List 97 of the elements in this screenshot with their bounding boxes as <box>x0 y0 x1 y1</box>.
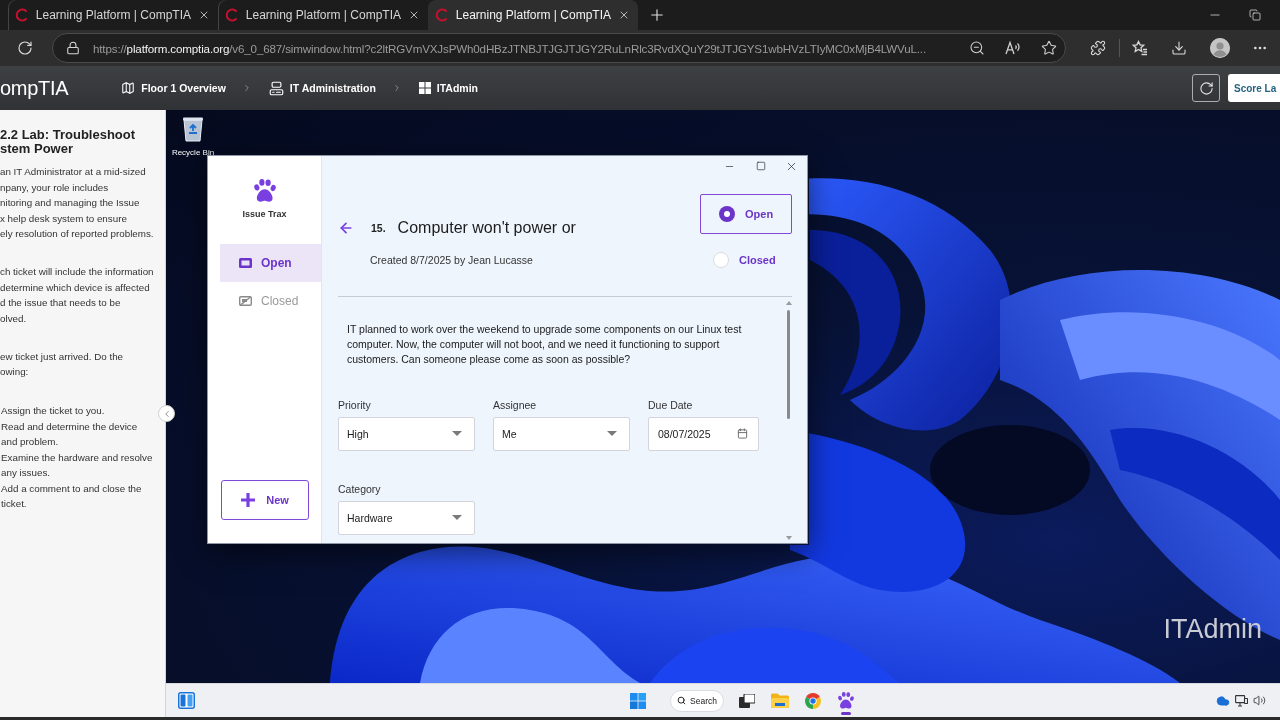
profile-button[interactable] <box>1210 38 1230 58</box>
scroll-down-icon <box>785 536 792 540</box>
status-option[interactable]: Open <box>700 194 792 234</box>
reset-button[interactable] <box>1192 74 1220 102</box>
running-indicator <box>841 711 851 715</box>
logo-text: ompTIA <box>0 76 69 100</box>
step-text: Read and determine the device and problem. <box>1 419 139 449</box>
close-icon <box>408 9 420 21</box>
network-icon <box>1235 694 1248 707</box>
paw-icon <box>838 691 854 710</box>
desktop-shortcut[interactable]: Recycle Bin <box>169 116 217 157</box>
stacked-windows-icon <box>739 693 755 708</box>
breadcrumb-link[interactable]: IT Administration <box>268 80 376 96</box>
cloud-icon <box>1216 693 1230 708</box>
instruction-text: ew ticket just arrived. Do the owing: <box>0 349 125 379</box>
ticket-title: Computer won't power or <box>397 219 576 237</box>
download-icon <box>1171 40 1187 56</box>
restore-icon <box>1249 9 1261 21</box>
read-aloud-button[interactable] <box>1005 40 1021 56</box>
step-text: Examine the hardware and resolve any issues. <box>1 450 154 480</box>
widgets-button[interactable] <box>178 692 195 709</box>
field-label: Due Date <box>648 397 694 412</box>
new-ticket-button[interactable]: New <box>221 480 309 520</box>
breadcrumb-link[interactable]: ITAdmin <box>418 82 479 94</box>
tab-close-button[interactable] <box>408 9 420 21</box>
paw-icon <box>253 179 276 203</box>
widgets-icon <box>178 692 195 709</box>
maximize-icon <box>755 161 766 171</box>
back-button[interactable] <box>338 220 354 236</box>
start-icon <box>630 692 646 709</box>
ticket-icon <box>239 257 252 268</box>
field-label: Assignee <box>493 397 538 412</box>
reload-button[interactable] <box>17 40 33 56</box>
caret-down-icon <box>607 431 617 436</box>
plus-icon <box>648 6 666 24</box>
tab-close-button[interactable] <box>198 9 210 21</box>
four-squares-icon <box>418 82 431 94</box>
dropdown[interactable]: High <box>338 416 475 451</box>
calendar-icon <box>737 428 748 439</box>
address-bar[interactable]: https://platform.comptia.org/v6_0_687/simwindow.html?c2ltRGVmVXJsPWh0dHBzJTNBJTJGJTJGY2RuLnRlc3RvdXQuY29tJTJGYS1wbHVzLTIyMC0xMjB4LWVuL... <box>52 33 1066 63</box>
ticket-number: 15. <box>371 222 386 234</box>
scroll-up-icon <box>785 301 792 305</box>
field-label: Category <box>338 481 382 496</box>
status-option[interactable]: Closed <box>700 252 792 268</box>
recycle-bin-icon <box>182 116 204 142</box>
crossed-ticket-icon <box>239 295 252 306</box>
dropdown[interactable]: Me <box>493 416 630 451</box>
puzzle-icon <box>1090 40 1106 56</box>
zoom-out-icon <box>969 40 985 56</box>
folder-icon <box>771 693 789 708</box>
volume-icon <box>1253 694 1266 707</box>
tab-close-button[interactable] <box>618 9 630 21</box>
field-label: Priority <box>338 397 372 412</box>
computer-name: ITAdmin <box>1163 614 1262 645</box>
score-button[interactable]: Score La <box>1228 74 1280 102</box>
caret-down-icon <box>452 515 462 520</box>
url-text: https://platform.comptia.org/v6_0_687/simwindow.html?c2ltRGVmVXJsPWh0dHBzJTNBJTJGJTJGY2RuLnRlc3RvdXQuY29tJTJGYS1wbHVzLTIyMC0xMjB4LWVuL... <box>93 41 927 55</box>
site-logo-icon <box>435 8 449 22</box>
site-logo-icon <box>15 8 29 22</box>
favorites-button[interactable] <box>1132 40 1148 56</box>
lab-title: 2.2 Lab: Troubleshoot stem Power <box>0 128 137 155</box>
downloads-button[interactable] <box>1171 40 1187 56</box>
nav-item[interactable]: Open <box>220 243 321 282</box>
reload-icon <box>1198 80 1214 96</box>
taskbar-search[interactable]: Search <box>670 689 724 712</box>
map-icon <box>121 81 136 95</box>
scrollbar-thumb[interactable] <box>787 310 790 419</box>
plus-icon <box>241 493 256 507</box>
ticket-description: IT planned to work over the weekend to upgrade some components on our Linux test computer. Now, the computer will not boot, and we need it functioning to support customers. Can someone please come as soon as possible? <box>346 322 743 367</box>
browser-icon <box>805 692 821 709</box>
created-info: Created 8/7/2025 by Jean Lucasse <box>369 253 534 268</box>
dropdown[interactable]: Hardware <box>338 500 475 535</box>
close-icon <box>198 9 210 21</box>
avatar-icon <box>1210 38 1230 58</box>
zoom-out-button[interactable] <box>969 40 985 56</box>
date-input[interactable]: 08/07/2025 <box>648 416 759 451</box>
site-logo-icon <box>225 8 239 22</box>
read-aloud-icon <box>1005 40 1021 56</box>
breadcrumb-link[interactable]: Floor 1 Overview <box>121 81 226 95</box>
app-name: Issue Trax <box>242 208 287 219</box>
close-icon <box>618 9 630 21</box>
instruction-text: an IT Administrator at a mid-sized npany, your role includes nitoring and managing the Issue x help desk system to ensure ely resolution of reported problems. <box>0 165 155 241</box>
search-icon <box>677 696 687 705</box>
reload-icon <box>17 40 33 56</box>
step-text: Add a comment to and close the ticket. <box>1 481 143 511</box>
favorites-icon <box>1132 40 1148 56</box>
lock-icon <box>66 41 80 55</box>
caret-down-icon <box>452 431 462 436</box>
favorite-button[interactable] <box>1041 40 1057 56</box>
new-tab-button[interactable] <box>648 6 666 24</box>
step-text: Assign the ticket to you. <box>1 404 106 418</box>
star-icon <box>1041 40 1057 56</box>
back-arrow-icon <box>338 220 354 236</box>
browser-tab[interactable]: Learning Platform | CompTIA <box>428 0 638 30</box>
extensions-button[interactable] <box>1090 40 1106 56</box>
instruction-text: ch ticket will include the information determine which device is affected d the issue that needs to be olved. <box>0 265 155 326</box>
computer-icon <box>268 80 284 96</box>
